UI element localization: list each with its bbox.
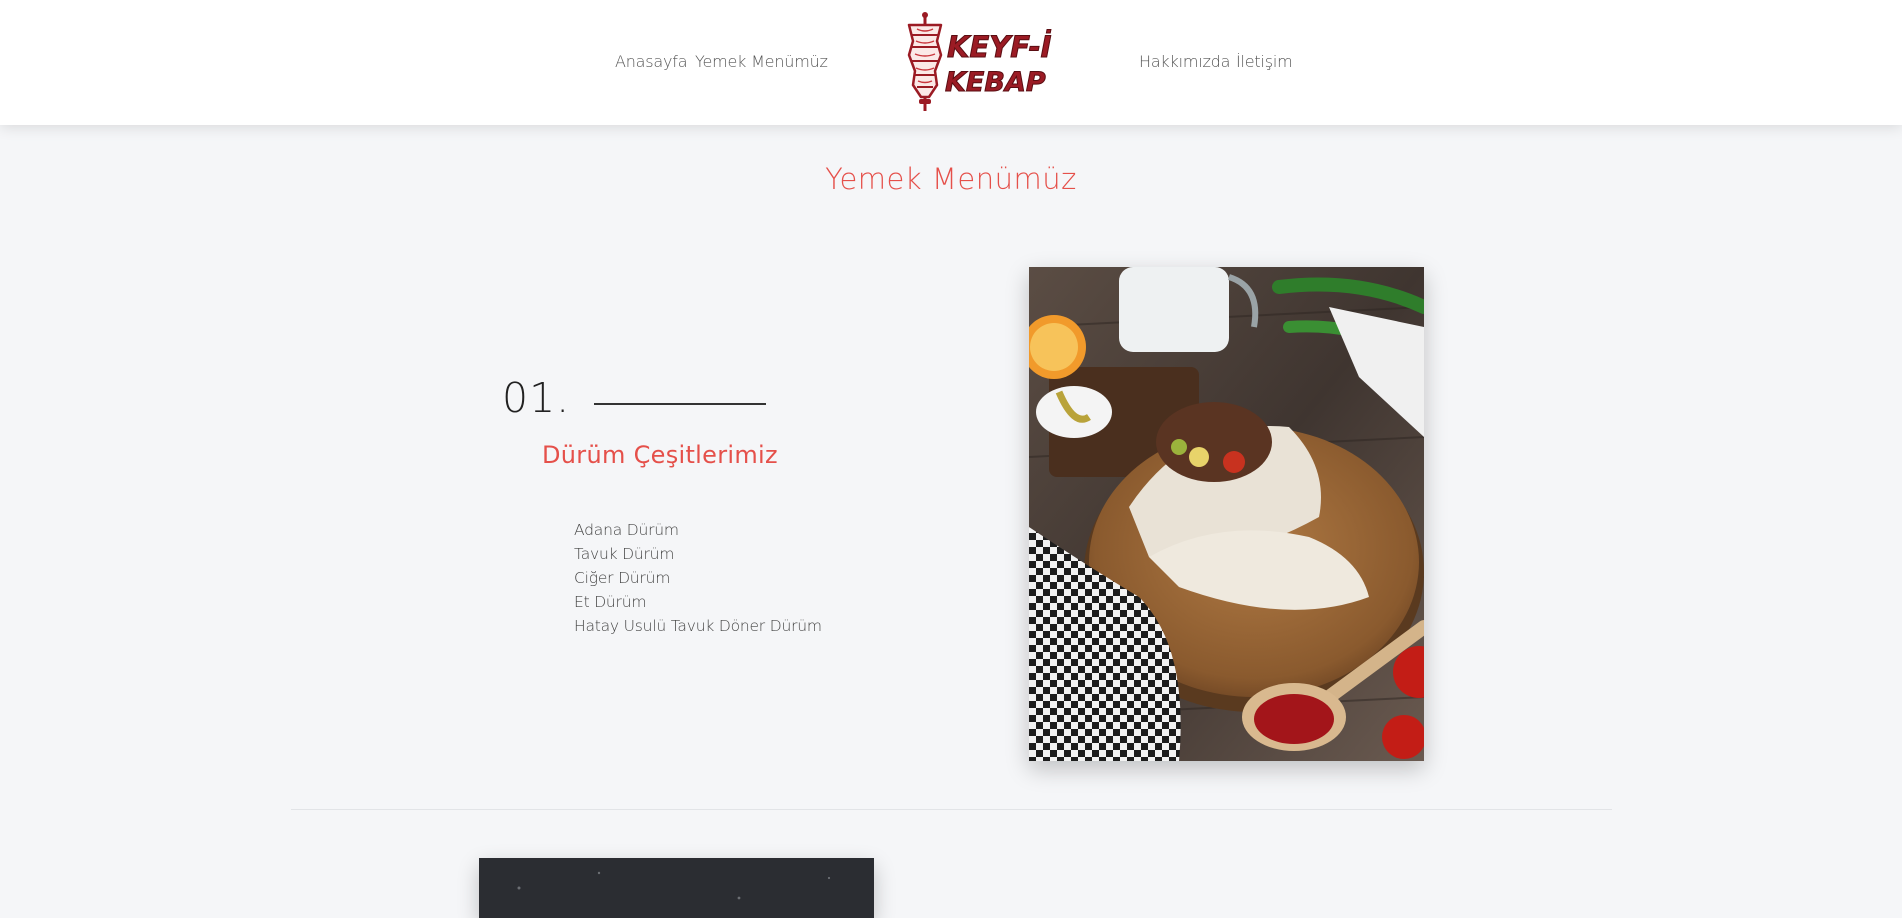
menu-item-list: Adana Dürüm Tavuk Dürüm Ciğer Dürüm Et D… <box>574 518 822 638</box>
dark-food-image <box>479 858 874 918</box>
menu-item: Hatay Usulü Tavuk Döner Dürüm <box>574 617 822 635</box>
section-number: 01. <box>502 374 571 422</box>
menu-item: Et Dürüm <box>574 593 647 611</box>
next-section-photo <box>479 858 874 918</box>
nav-link-iletisim[interactable]: İletişim <box>1236 52 1293 71</box>
menu-item: Tavuk Dürüm <box>574 545 675 563</box>
nav-link-hakkimizda[interactable]: Hakkımızda <box>1139 52 1230 71</box>
doner-kebab-logo-icon: KEYF-İ KEBAP <box>907 12 1052 111</box>
nav-link-anasayfa[interactable]: Anasayfa <box>615 52 688 71</box>
site-logo[interactable]: KEYF-İ KEBAP <box>895 11 1055 115</box>
durum-wraps-image <box>1029 267 1424 761</box>
section-number-line <box>594 403 766 405</box>
durum-photo <box>1029 267 1424 761</box>
page-title: Yemek Menümüz <box>825 162 1077 196</box>
svg-text:KEYF-İ: KEYF-İ <box>947 30 1052 64</box>
nav-link-yemek-menumuz[interactable]: Yemek Menümüz <box>695 52 828 71</box>
site-header: Anasayfa Yemek Menümüz KEYF-İ KEBAP Hakk… <box>0 0 1902 125</box>
section-heading: Dürüm Çeşitlerimiz <box>542 441 778 469</box>
menu-item: Ciğer Dürüm <box>574 569 671 587</box>
section-divider <box>291 809 1612 810</box>
menu-item: Adana Dürüm <box>574 521 679 539</box>
svg-text:KEBAP: KEBAP <box>945 67 1046 98</box>
